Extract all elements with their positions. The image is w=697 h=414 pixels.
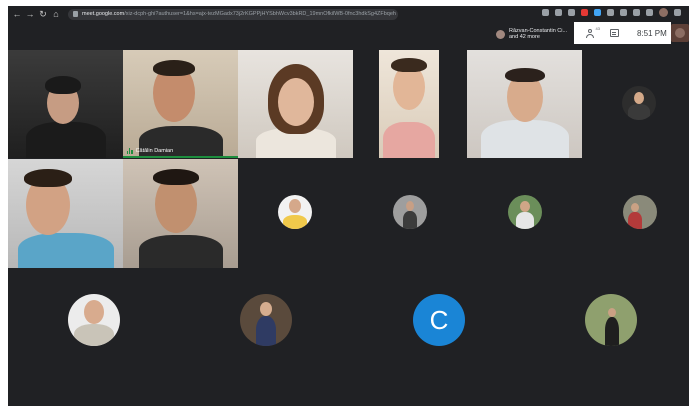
url-host: meet.google.com — [82, 11, 125, 17]
reload-icon[interactable]: ↻ — [38, 8, 48, 20]
participant-avatar — [240, 294, 292, 346]
star-icon[interactable] — [568, 9, 575, 16]
video-tile[interactable] — [8, 159, 123, 268]
video-tile[interactable] — [379, 50, 439, 158]
extension-blue-icon[interactable] — [594, 9, 601, 16]
video-tile[interactable] — [8, 50, 123, 158]
cast-icon[interactable] — [542, 9, 549, 16]
presenter-more: and 42 more — [509, 34, 540, 40]
participant-name-tag: Cătălin Damian — [127, 148, 173, 154]
participant-avatar — [508, 195, 542, 229]
meet-call-area: Răzvan-Constantin Ci... and 42 more 43 8… — [8, 22, 689, 406]
chat-icon[interactable] — [610, 29, 619, 37]
back-icon[interactable]: ← — [12, 8, 22, 20]
profile-avatar[interactable] — [659, 8, 668, 17]
video-tile[interactable] — [123, 159, 238, 268]
speaking-indicator-icon — [127, 148, 133, 154]
puzzle-icon[interactable] — [633, 9, 640, 16]
meeting-info-panel: 43 8:51 PM — [574, 22, 671, 44]
extension-red-icon[interactable] — [581, 9, 588, 16]
participant-avatar — [393, 195, 427, 229]
clock-time: 8:51 PM — [637, 28, 667, 38]
url-path: /xiz-dcph-ghi?authuser=1&hs=ajx-tezMGadx… — [124, 11, 396, 17]
extension-icon-2[interactable] — [607, 9, 614, 16]
music-icon[interactable] — [646, 9, 653, 16]
home-icon[interactable]: ⌂ — [51, 8, 61, 20]
self-view-thumbnail[interactable] — [671, 24, 689, 42]
forward-icon[interactable]: → — [25, 8, 35, 20]
active-speaker-bar — [123, 156, 238, 158]
video-tile[interactable] — [238, 50, 353, 158]
lock-icon — [73, 11, 78, 17]
participant-avatar — [68, 294, 120, 346]
more-options-icon[interactable] — [674, 9, 681, 16]
video-tile[interactable] — [467, 50, 582, 158]
extension-icon-3[interactable] — [620, 9, 627, 16]
participant-name: Cătălin Damian — [135, 148, 174, 154]
extension-icon[interactable] — [555, 9, 562, 16]
page-margin — [8, 406, 689, 414]
participant-avatar — [623, 195, 657, 229]
meet-top-bar: Răzvan-Constantin Ci... and 42 more 43 8… — [8, 22, 689, 48]
participant-avatar — [585, 294, 637, 346]
presenter-avatar — [496, 29, 505, 39]
address-bar[interactable]: meet.google.com /xiz-dcph-ghi?authuser=1… — [68, 8, 398, 20]
extensions-bar — [542, 8, 681, 17]
presenter-chip[interactable]: Răzvan-Constantin Ci... and 42 more — [496, 25, 576, 43]
people-icon[interactable]: 43 — [586, 26, 600, 38]
browser-toolbar: ← → ↻ ⌂ meet.google.com /xiz-dcph-ghi?au… — [8, 6, 689, 22]
participant-avatar — [622, 86, 656, 120]
participants-count: 43 — [595, 25, 600, 31]
video-tile[interactable]: Cătălin Damian — [123, 50, 238, 158]
participant-avatar — [278, 195, 312, 229]
letter-avatar: C — [413, 294, 465, 346]
